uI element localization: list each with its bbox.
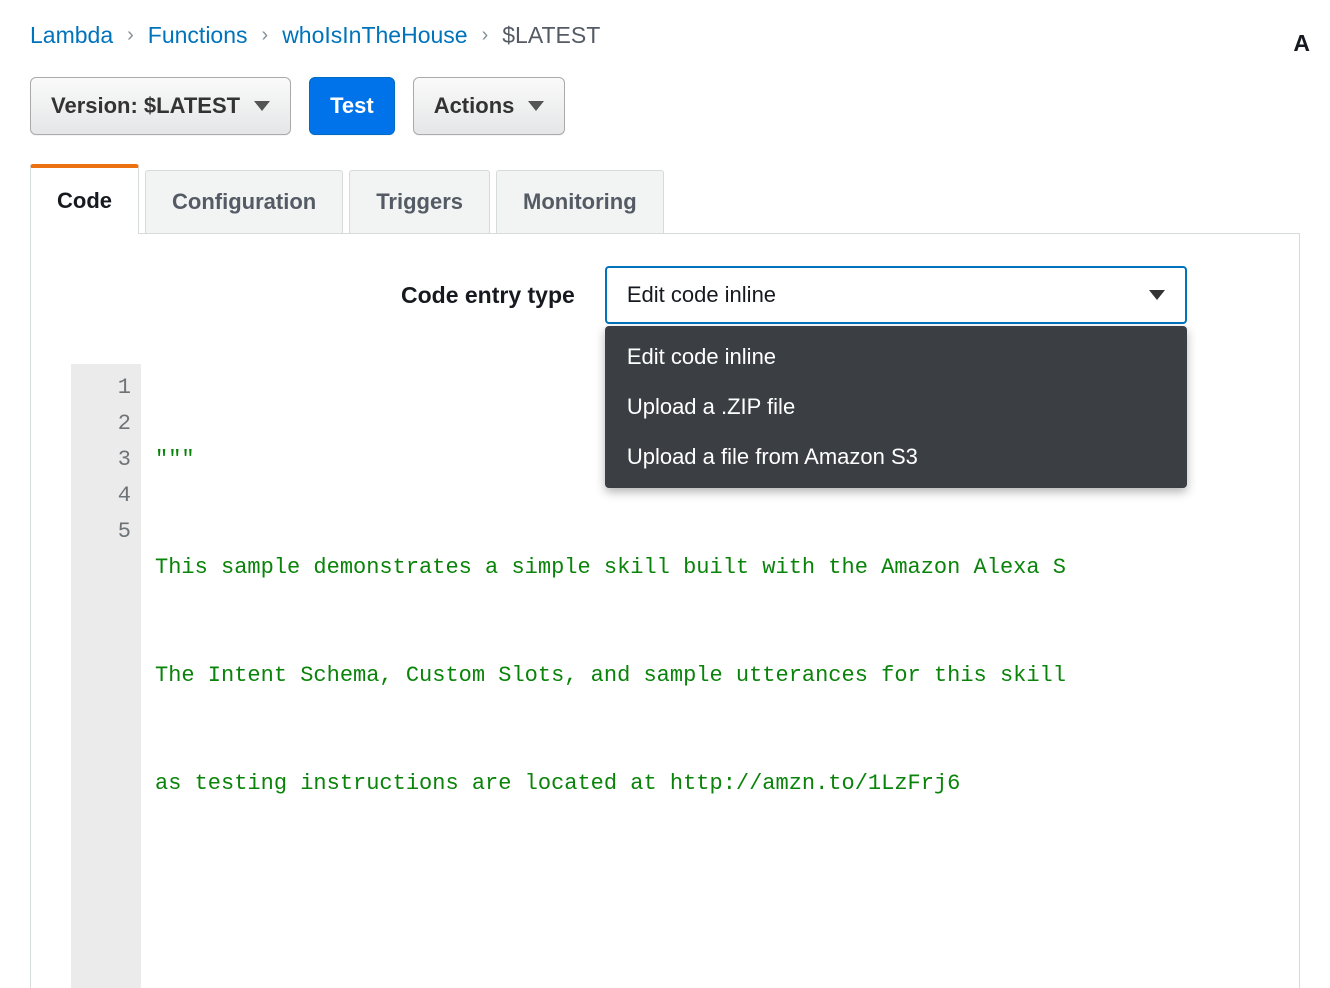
actions-button-label: Actions [434, 93, 515, 119]
option-upload-zip[interactable]: Upload a .ZIP file [605, 382, 1187, 432]
chevron-right-icon: › [482, 24, 489, 47]
code-entry-type-selected: Edit code inline [627, 282, 776, 308]
tab-triggers[interactable]: Triggers [349, 170, 490, 233]
code-gutter: 1 2 3 4 5 [71, 364, 141, 988]
breadcrumb-link-functions[interactable]: Functions [148, 22, 248, 49]
code-entry-type-label: Code entry type [401, 282, 575, 309]
breadcrumb: Lambda › Functions › whoIsInTheHouse › $… [30, 22, 1300, 49]
chevron-right-icon: › [127, 24, 134, 47]
code-entry-type-select: Edit code inline Edit code inline Upload… [605, 266, 1187, 324]
line-number: 2 [87, 406, 131, 442]
line-number: 1 [87, 370, 131, 406]
toolbar: Version: $LATEST Test Actions [30, 77, 1300, 135]
tab-configuration[interactable]: Configuration [145, 170, 343, 233]
option-edit-inline[interactable]: Edit code inline [605, 332, 1187, 382]
breadcrumb-link-function-name[interactable]: whoIsInTheHouse [282, 22, 467, 49]
test-button-label: Test [330, 93, 374, 119]
breadcrumb-link-lambda[interactable]: Lambda [30, 22, 113, 49]
caret-down-icon [528, 101, 544, 111]
code-entry-row: Code entry type Edit code inline Edit co… [31, 266, 1299, 324]
option-upload-s3[interactable]: Upload a file from Amazon S3 [605, 432, 1187, 482]
line-number: 3 [87, 442, 131, 478]
actions-button[interactable]: Actions [413, 77, 566, 135]
version-selector-label: Version: $LATEST [51, 93, 240, 119]
tab-content: Code entry type Edit code inline Edit co… [30, 234, 1300, 988]
tab-code[interactable]: Code [30, 164, 139, 234]
breadcrumb-current: $LATEST [502, 22, 600, 49]
tabs: Code Configuration Triggers Monitoring [30, 163, 1300, 234]
code-line: The Intent Schema, Custom Slots, and sam… [155, 658, 1299, 694]
chevron-right-icon: › [262, 24, 269, 47]
code-line: as testing instructions are located at h… [155, 766, 1299, 802]
test-button[interactable]: Test [309, 77, 395, 135]
code-line [155, 874, 1299, 910]
code-entry-type-select-display[interactable]: Edit code inline [605, 266, 1187, 324]
tab-monitoring[interactable]: Monitoring [496, 170, 664, 233]
code-line: This sample demonstrates a simple skill … [155, 550, 1299, 586]
line-number: 4 [87, 478, 131, 514]
code-entry-type-dropdown: Edit code inline Upload a .ZIP file Uplo… [605, 326, 1187, 488]
version-selector-button[interactable]: Version: $LATEST [30, 77, 291, 135]
top-right-indicator: A [1293, 30, 1310, 57]
line-number: 5 [87, 514, 131, 550]
caret-down-icon [254, 101, 270, 111]
caret-down-icon [1149, 290, 1165, 300]
